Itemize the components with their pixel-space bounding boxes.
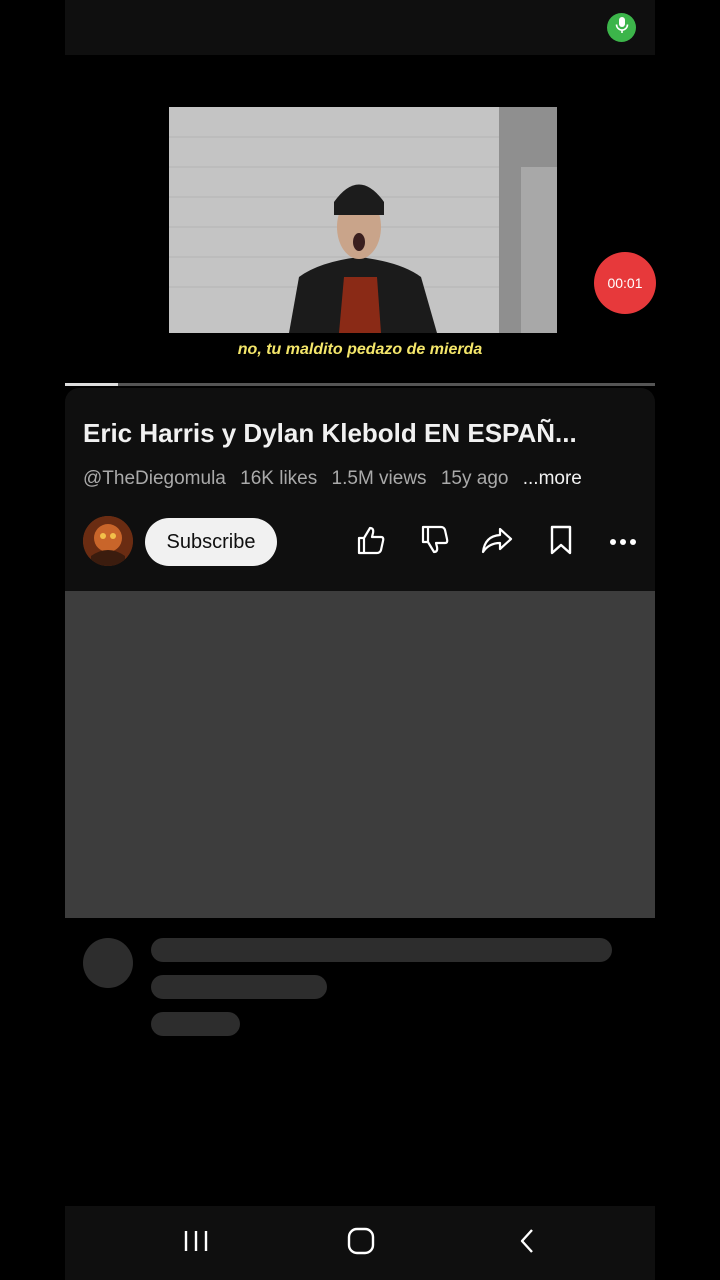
video-player[interactable]: no, tu maldito pedazo de mierda 00:01 bbox=[65, 55, 656, 385]
video-meta[interactable]: @TheDiegomula 16K likes 1.5M views 15y a… bbox=[83, 468, 582, 490]
more-options-button[interactable] bbox=[605, 524, 641, 560]
video-frame[interactable] bbox=[169, 107, 557, 333]
dislike-button[interactable] bbox=[417, 524, 453, 560]
back-icon bbox=[517, 1227, 537, 1260]
channel-handle[interactable]: @TheDiegomula bbox=[83, 468, 226, 489]
channel-avatar[interactable] bbox=[83, 516, 133, 566]
system-navigation-bar bbox=[65, 1206, 655, 1280]
share-icon bbox=[480, 524, 514, 561]
loading-placeholder-block bbox=[65, 591, 655, 918]
back-button[interactable] bbox=[507, 1226, 547, 1260]
home-button[interactable] bbox=[341, 1226, 381, 1260]
recording-timer[interactable]: 00:01 bbox=[594, 252, 656, 314]
thumbs-up-icon bbox=[355, 524, 387, 561]
bookmark-icon bbox=[547, 524, 575, 561]
youtube-app: no, tu maldito pedazo de mierda 00:01 Er… bbox=[65, 0, 656, 1280]
mic-icon bbox=[615, 16, 629, 39]
home-icon bbox=[347, 1227, 375, 1260]
skeleton-line bbox=[151, 938, 612, 962]
video-info-panel: Eric Harris y Dylan Klebold EN ESPAÑ... … bbox=[65, 388, 655, 591]
skeleton-avatar bbox=[83, 938, 133, 988]
mic-indicator bbox=[607, 13, 636, 42]
like-button[interactable] bbox=[353, 524, 389, 560]
progress-bar[interactable] bbox=[65, 383, 655, 386]
upload-age: 15y ago bbox=[440, 468, 509, 489]
more-link[interactable]: ...more bbox=[523, 468, 582, 489]
save-button[interactable] bbox=[543, 524, 579, 560]
status-bar bbox=[65, 0, 655, 55]
recent-apps-button[interactable] bbox=[176, 1226, 216, 1260]
recent-apps-icon bbox=[183, 1229, 209, 1258]
share-button[interactable] bbox=[479, 524, 515, 560]
skeleton-line bbox=[151, 1012, 240, 1036]
thumbs-down-icon bbox=[419, 524, 451, 561]
like-count: 16K likes bbox=[240, 468, 318, 489]
video-subtitle: no, tu maldito pedazo de mierda bbox=[237, 341, 483, 358]
progress-fill bbox=[65, 383, 119, 386]
subscribe-button[interactable]: Subscribe bbox=[145, 518, 277, 566]
video-title[interactable]: Eric Harris y Dylan Klebold EN ESPAÑ... bbox=[83, 418, 643, 449]
skeleton-line bbox=[151, 975, 327, 999]
view-count: 1.5M views bbox=[331, 468, 427, 489]
more-icon bbox=[609, 533, 637, 551]
